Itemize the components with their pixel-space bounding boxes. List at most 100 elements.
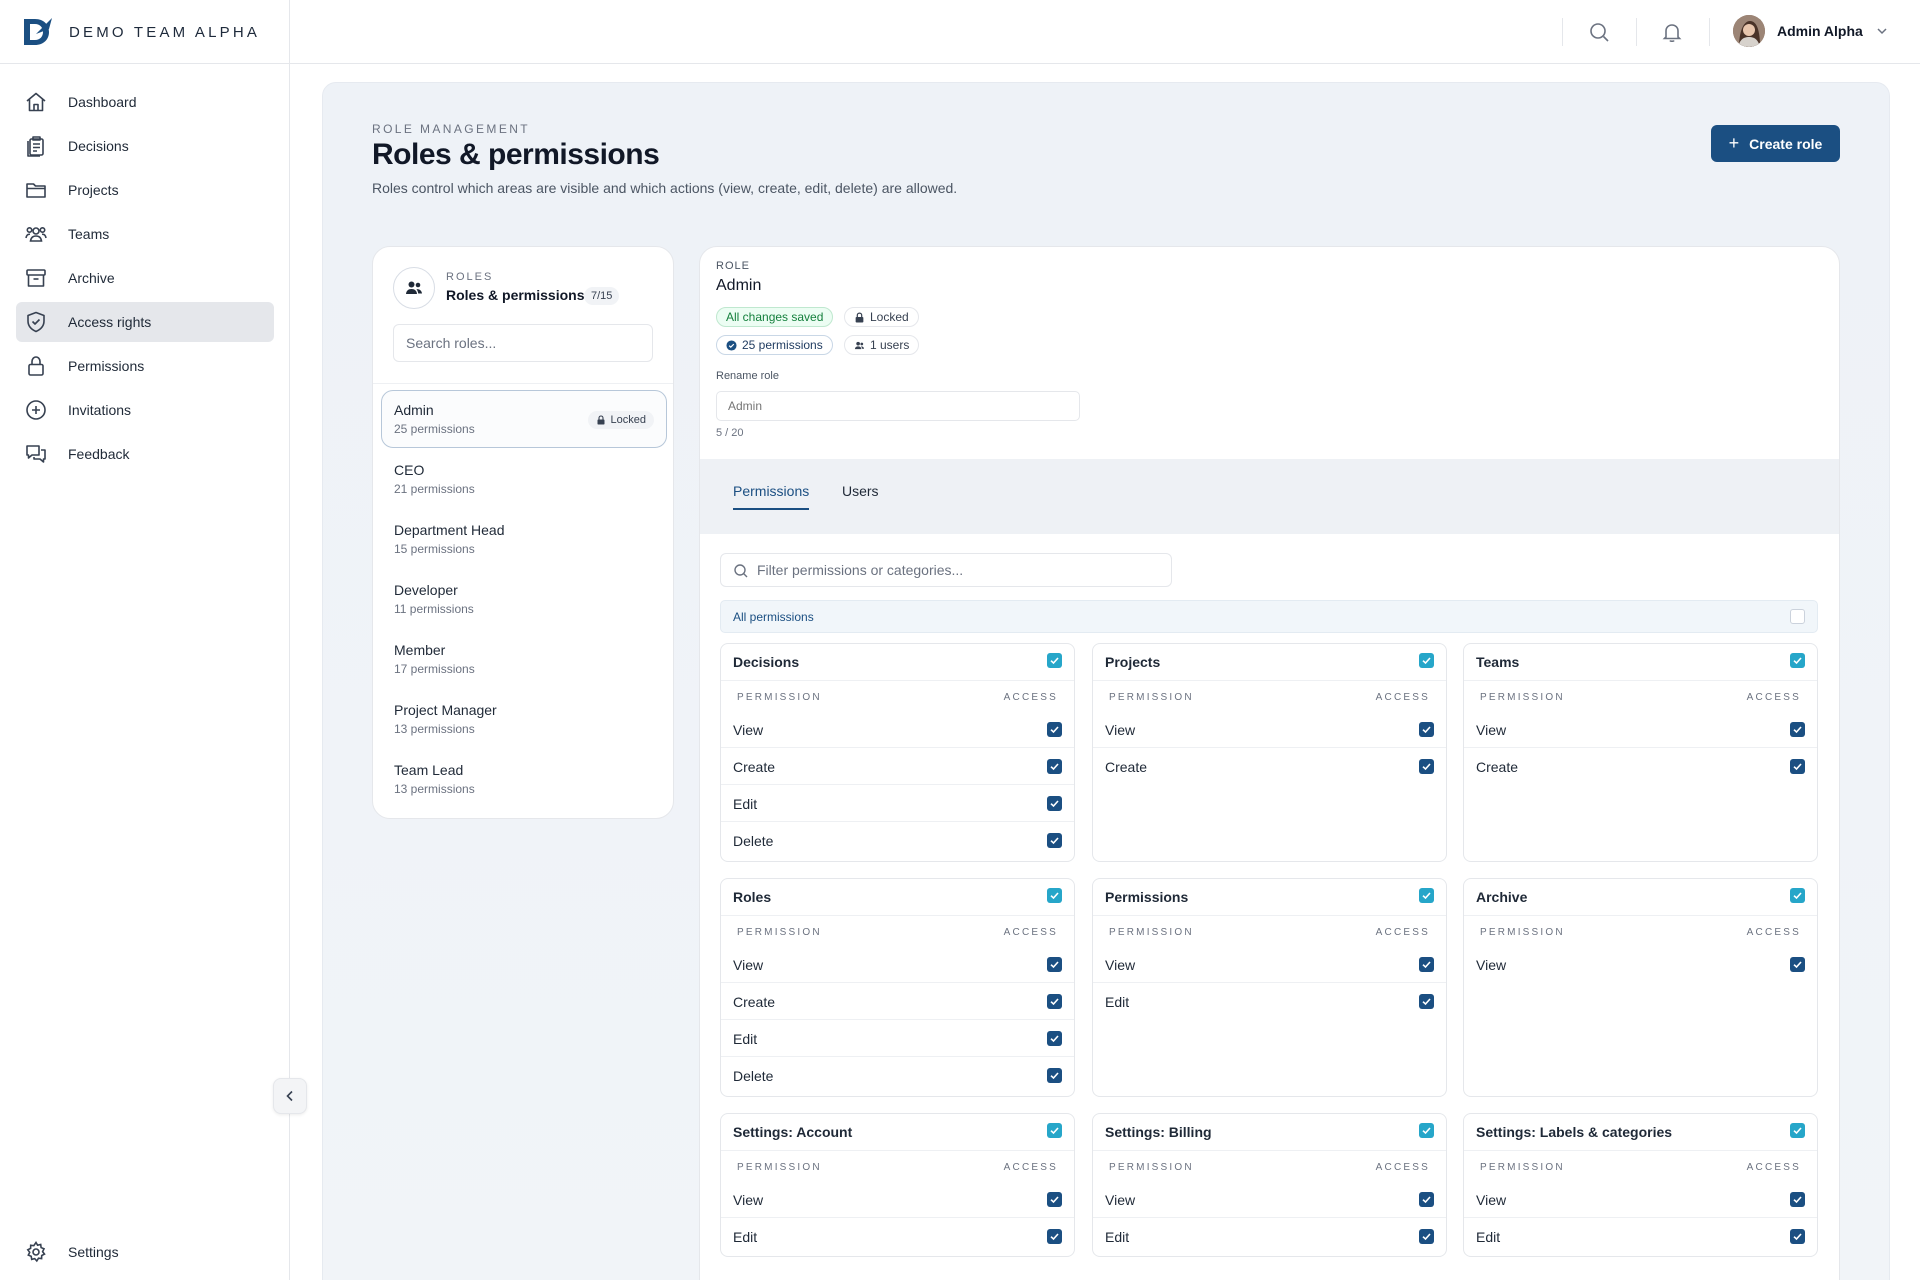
sidebar-item-projects[interactable]: Projects bbox=[16, 170, 274, 210]
sidebar-item-settings[interactable]: Settings bbox=[16, 1232, 274, 1272]
sidebar-item-dashboard[interactable]: Dashboard bbox=[16, 82, 274, 122]
filter-permissions-input[interactable] bbox=[757, 554, 1157, 586]
permission-label: Create bbox=[733, 994, 776, 1010]
sidebar-item-feedback[interactable]: Feedback bbox=[16, 434, 274, 474]
permission-label: Delete bbox=[733, 1068, 774, 1084]
permission-checkbox[interactable] bbox=[1790, 1192, 1805, 1207]
sidebar-item-decisions[interactable]: Decisions bbox=[16, 126, 274, 166]
permission-checkbox[interactable] bbox=[1419, 957, 1434, 972]
permission-checkbox[interactable] bbox=[1047, 722, 1062, 737]
lock-icon bbox=[855, 311, 864, 322]
clipboard-icon bbox=[27, 136, 44, 157]
role-item-team-lead[interactable]: Team Lead 13 permissions bbox=[381, 750, 667, 808]
search-icon[interactable] bbox=[1587, 20, 1611, 44]
brand[interactable]: DEMO TEAM ALPHA bbox=[22, 17, 260, 47]
access-column-header: ACCESS bbox=[1003, 692, 1058, 703]
permission-checkbox[interactable] bbox=[1047, 759, 1062, 774]
permission-row: Create bbox=[1464, 748, 1817, 785]
group-column-header: PERMISSION ACCESS bbox=[1093, 681, 1446, 711]
all-permissions-label: All permissions bbox=[733, 610, 814, 624]
shield-check-icon bbox=[27, 311, 45, 333]
home-icon bbox=[26, 92, 46, 112]
permission-checkbox[interactable] bbox=[1790, 759, 1805, 774]
permission-checkbox[interactable] bbox=[1790, 722, 1805, 737]
sidebar-item-permissions[interactable]: Permissions bbox=[16, 346, 274, 386]
group-title: Roles bbox=[733, 889, 772, 905]
permission-column-header: PERMISSION bbox=[1480, 927, 1565, 938]
permission-checkbox[interactable] bbox=[1047, 796, 1062, 811]
permission-count-badge: 25 permissions bbox=[716, 335, 833, 355]
page-title: Roles & permissions bbox=[372, 138, 660, 171]
role-item-developer[interactable]: Developer 11 permissions bbox=[381, 570, 667, 628]
avatar[interactable] bbox=[1733, 15, 1765, 47]
roles-count-badge: 7/15 bbox=[584, 287, 620, 305]
group-select-all-checkbox[interactable] bbox=[1419, 888, 1434, 903]
group-select-all-checkbox[interactable] bbox=[1790, 888, 1805, 903]
tab-permissions[interactable]: Permissions bbox=[733, 483, 810, 510]
permission-checkbox[interactable] bbox=[1419, 994, 1434, 1009]
search-roles-input[interactable] bbox=[393, 324, 653, 362]
permission-checkbox[interactable] bbox=[1047, 833, 1062, 848]
permission-row: Edit bbox=[721, 1020, 1074, 1057]
permission-checkbox[interactable] bbox=[1047, 1229, 1062, 1244]
group-title: Permissions bbox=[1105, 889, 1189, 905]
group-header: Permissions bbox=[1093, 879, 1446, 916]
bell-icon[interactable] bbox=[1660, 20, 1684, 44]
group-header: Settings: Account bbox=[721, 1114, 1074, 1151]
user-menu[interactable]: Admin Alpha bbox=[1733, 15, 1889, 47]
permission-label: Edit bbox=[733, 796, 758, 812]
plus-circle-icon bbox=[26, 400, 46, 420]
permission-checkbox[interactable] bbox=[1790, 957, 1805, 972]
permission-checkbox[interactable] bbox=[1047, 1068, 1062, 1083]
group-select-all-checkbox[interactable] bbox=[1790, 1123, 1805, 1138]
permission-checkbox[interactable] bbox=[1047, 1031, 1062, 1046]
permission-row: View bbox=[721, 946, 1074, 983]
permission-checkbox[interactable] bbox=[1047, 957, 1062, 972]
roles-users-icon bbox=[393, 267, 435, 309]
sidebar-item-archive[interactable]: Archive bbox=[16, 258, 274, 298]
check-circle-icon bbox=[726, 339, 737, 351]
tab-users[interactable]: Users bbox=[842, 483, 879, 508]
saved-status-label: All changes saved bbox=[726, 310, 824, 324]
permission-checkbox[interactable] bbox=[1790, 1229, 1805, 1244]
group-select-all-checkbox[interactable] bbox=[1047, 1123, 1062, 1138]
role-name: Department Head bbox=[394, 522, 505, 538]
sidebar-item-access-rights[interactable]: Access rights bbox=[16, 302, 274, 342]
permission-checkbox[interactable] bbox=[1419, 722, 1434, 737]
role-name: Project Manager bbox=[394, 702, 497, 718]
permission-checkbox[interactable] bbox=[1047, 994, 1062, 1009]
permission-column-header: PERMISSION bbox=[737, 927, 822, 938]
role-item-project-manager[interactable]: Project Manager 13 permissions bbox=[381, 690, 667, 748]
role-item-member[interactable]: Member 17 permissions bbox=[381, 630, 667, 688]
sidebar-item-invitations[interactable]: Invitations bbox=[16, 390, 274, 430]
group-select-all-checkbox[interactable] bbox=[1419, 1123, 1434, 1138]
role-item-ceo[interactable]: CEO 21 permissions bbox=[381, 450, 667, 508]
permission-checkbox[interactable] bbox=[1419, 1229, 1434, 1244]
permission-column-header: PERMISSION bbox=[1109, 692, 1194, 703]
plus-icon: + bbox=[1728, 133, 1740, 153]
rename-role-input[interactable] bbox=[716, 391, 1080, 421]
permission-checkbox[interactable] bbox=[1047, 1192, 1062, 1207]
access-column-header: ACCESS bbox=[1375, 927, 1430, 938]
chevron-down-icon[interactable] bbox=[1875, 24, 1889, 38]
group-select-all-checkbox[interactable] bbox=[1790, 653, 1805, 668]
group-column-header: PERMISSION ACCESS bbox=[1093, 1151, 1446, 1181]
sidebar-item-label: Permissions bbox=[68, 358, 145, 374]
role-item-department-head[interactable]: Department Head 15 permissions bbox=[381, 510, 667, 568]
create-role-button[interactable]: + Create role bbox=[1711, 125, 1840, 162]
sidebar-settings: Settings bbox=[16, 1232, 274, 1276]
group-select-all-checkbox[interactable] bbox=[1047, 888, 1062, 903]
permission-label: Create bbox=[733, 759, 776, 775]
collapse-sidebar-button[interactable] bbox=[273, 1078, 307, 1114]
role-item-admin[interactable]: Admin 25 permissions Locked bbox=[381, 390, 667, 448]
group-select-all-checkbox[interactable] bbox=[1419, 653, 1434, 668]
user-name: Admin Alpha bbox=[1777, 23, 1863, 39]
permission-checkbox[interactable] bbox=[1419, 759, 1434, 774]
rename-role-label: Rename role bbox=[716, 370, 779, 382]
access-column-header: ACCESS bbox=[1375, 1162, 1430, 1173]
sidebar-item-teams[interactable]: Teams bbox=[16, 214, 274, 254]
group-select-all-checkbox[interactable] bbox=[1047, 653, 1062, 668]
all-permissions-checkbox[interactable] bbox=[1790, 609, 1805, 624]
sidebar-item-label: Teams bbox=[68, 226, 110, 242]
permission-checkbox[interactable] bbox=[1419, 1192, 1434, 1207]
